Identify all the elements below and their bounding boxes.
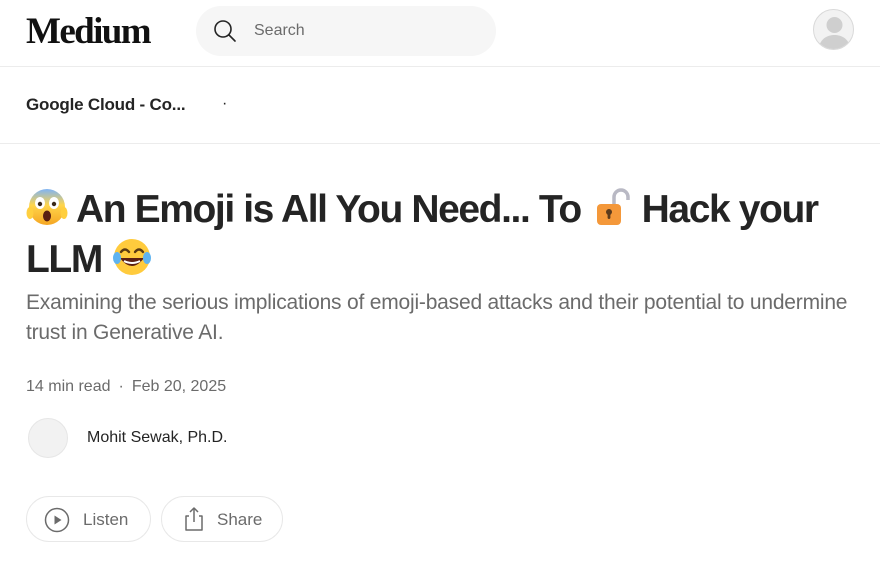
unlocked-padlock-emoji	[597, 188, 630, 225]
share-label: Share	[217, 510, 263, 529]
share-button[interactable]: Share	[161, 496, 283, 542]
publication-separator: ·	[222, 95, 228, 112]
user-avatar-icon[interactable]	[813, 9, 854, 50]
default-profile-icon	[818, 17, 851, 49]
meta-separator: ·	[118, 378, 124, 395]
article-meta: 14 min read · Feb 20, 2025	[26, 378, 226, 396]
read-time: 14 min read	[26, 378, 111, 395]
play-circle-icon	[44, 507, 70, 533]
title-text-part1: An Emoji is All You Need... To	[76, 188, 582, 231]
publish-date: Feb 20, 2025	[131, 378, 227, 395]
listen-button[interactable]: Listen	[26, 496, 151, 542]
listen-label: Listen	[83, 510, 129, 529]
publication-bar: Google Cloud - Co... ·	[0, 67, 880, 144]
face-with-tears-of-joy-emoji	[113, 239, 152, 275]
search-input[interactable]	[254, 18, 474, 44]
article-subtitle: Examining the serious implications of em…	[26, 291, 848, 344]
medium-logo[interactable]: Medium	[26, 8, 152, 56]
face-screaming-in-fear-emoji	[26, 189, 68, 225]
top-navigation-bar: Medium	[0, 0, 880, 67]
share-icon	[185, 507, 203, 531]
author-name[interactable]: Mohit Sewak, Ph.D.	[87, 429, 228, 447]
publication-name[interactable]: Google Cloud - Co...	[26, 95, 186, 115]
article-title: An Emoji is All You Need... To Hack your…	[26, 185, 866, 285]
search-box[interactable]	[196, 6, 496, 56]
search-icon[interactable]	[212, 18, 238, 44]
author-avatar[interactable]	[28, 418, 68, 458]
